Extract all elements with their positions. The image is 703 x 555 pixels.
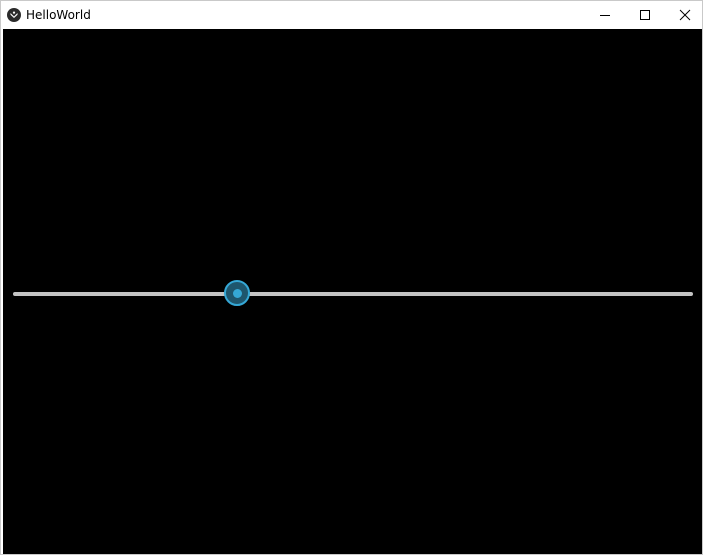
- maximize-button[interactable]: [624, 1, 666, 29]
- close-button[interactable]: [664, 1, 703, 29]
- window-title: HelloWorld: [26, 8, 91, 22]
- client-area: [3, 29, 702, 554]
- kivy-logo-icon: [7, 8, 21, 22]
- slider-thumb-dot: [232, 288, 242, 298]
- minimize-button[interactable]: [584, 1, 626, 29]
- slider-track[interactable]: [13, 292, 693, 296]
- title-bar[interactable]: HelloWorld: [1, 1, 702, 29]
- maximize-icon: [640, 10, 650, 20]
- minimize-icon: [600, 15, 610, 16]
- slider-thumb[interactable]: [224, 280, 251, 306]
- slider[interactable]: [13, 280, 693, 308]
- close-icon: [679, 9, 691, 21]
- app-window: HelloWorld: [0, 0, 703, 555]
